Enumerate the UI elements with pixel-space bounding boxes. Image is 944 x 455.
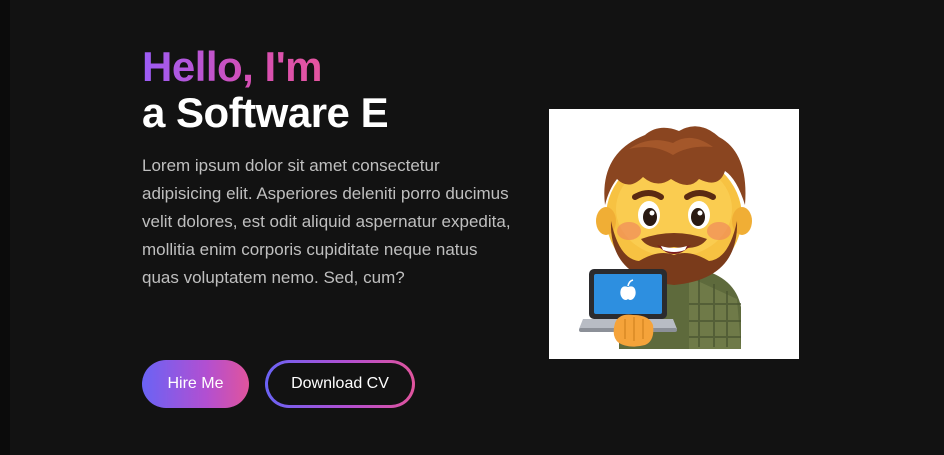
intro-paragraph: Lorem ipsum dolor sit amet consectetur a… bbox=[142, 156, 511, 287]
hire-me-button[interactable]: Hire Me bbox=[142, 360, 249, 408]
hero-headline: Hello, I'm a Software E bbox=[142, 44, 522, 136]
hero-section: Hello, I'm a Software E Lorem ipsum dolo… bbox=[0, 0, 944, 455]
download-cv-border: Download CV bbox=[265, 360, 415, 408]
download-cv-button[interactable]: Download CV bbox=[268, 363, 412, 405]
developer-avatar-icon bbox=[579, 126, 752, 349]
avatar-image bbox=[549, 109, 799, 359]
greeting-text: Hello, I'm bbox=[142, 43, 323, 90]
hero-actions: Hire Me Download CV bbox=[142, 360, 415, 408]
hero-text-block: Hello, I'm a Software E Lorem ipsum dolo… bbox=[142, 44, 522, 292]
typing-role-text: a Software E bbox=[142, 89, 389, 136]
